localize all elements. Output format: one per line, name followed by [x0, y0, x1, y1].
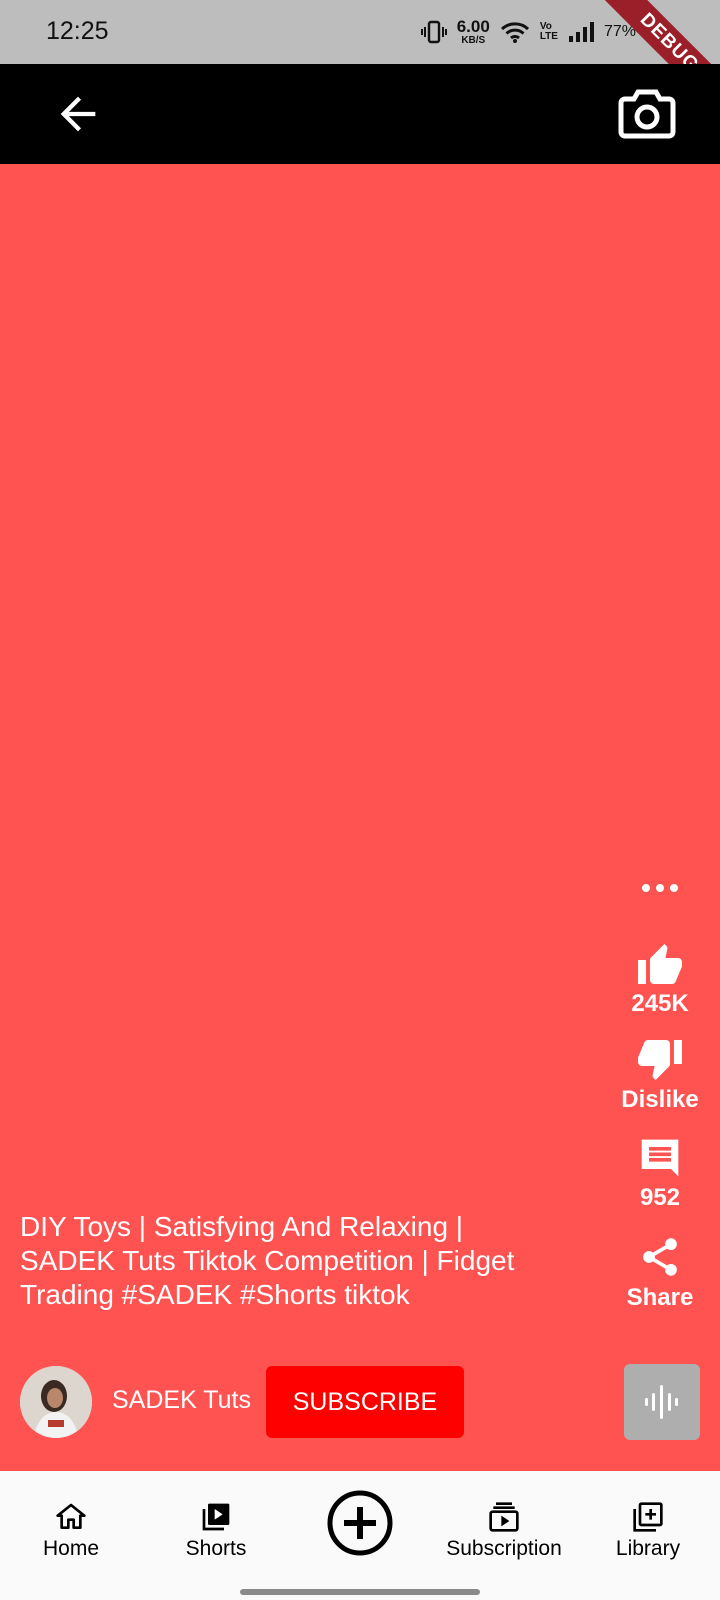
comment-count: 952	[639, 1184, 681, 1211]
dislike-label: Dislike	[621, 1086, 699, 1113]
nav-label-shorts: Shorts	[185, 1537, 247, 1560]
audio-button[interactable]	[624, 1364, 700, 1440]
nav-item-home[interactable]: Home	[30, 1501, 112, 1561]
subscribe-button[interactable]: SUBSCRIBE	[266, 1366, 464, 1438]
thumb-down-icon	[638, 1040, 682, 1080]
nav-item-library[interactable]: Library	[608, 1501, 688, 1561]
share-label: Share	[626, 1284, 694, 1311]
signal-icon	[568, 22, 594, 42]
more-button[interactable]	[600, 882, 720, 894]
more-horizontal-icon	[642, 884, 678, 892]
thumb-up-icon	[638, 944, 682, 984]
volte-indicator: Vo LTE	[540, 22, 558, 42]
camera-icon	[618, 89, 676, 139]
dislike-button[interactable]: Dislike	[600, 1038, 720, 1114]
avatar[interactable]	[20, 1366, 92, 1438]
share-icon	[643, 1238, 677, 1276]
nav-item-shorts[interactable]: Shorts	[175, 1501, 257, 1561]
network-speed-value: 6.00	[456, 17, 490, 36]
like-button[interactable]: 245K	[600, 942, 720, 1018]
video-caption: DIY Toys | Satisfying And Relaxing | SAD…	[20, 1211, 515, 1310]
back-button[interactable]	[52, 88, 104, 140]
add-circle-icon	[327, 1490, 393, 1556]
status-icons: 6.00 KB/S Vo LTE 77%	[420, 14, 658, 50]
nav-item-create[interactable]	[326, 1489, 394, 1557]
network-speed: 6.00 KB/S	[457, 18, 490, 46]
nav-item-subscription[interactable]: Subscription	[440, 1501, 568, 1561]
home-icon	[56, 1503, 86, 1529]
comment-icon	[641, 1139, 679, 1177]
camera-button[interactable]	[618, 86, 676, 142]
bottom-navigation: Home Shorts Subscription Library	[0, 1471, 720, 1600]
status-time: 12:25	[46, 17, 109, 45]
arrow-left-icon	[60, 96, 96, 132]
audio-waveform-icon	[645, 1385, 678, 1419]
library-icon	[633, 1502, 663, 1532]
network-speed-unit: KB/S	[461, 35, 486, 46]
shorts-icon	[202, 1503, 230, 1531]
nav-label-home: Home	[42, 1537, 100, 1560]
channel-name[interactable]: SADEK Tuts	[112, 1386, 251, 1415]
wifi-icon	[500, 22, 529, 43]
share-button[interactable]: Share	[600, 1234, 720, 1312]
nav-label-subscription: Subscription	[446, 1537, 562, 1560]
vibrate-icon	[420, 20, 447, 44]
nav-label-library: Library	[615, 1537, 681, 1560]
volte-bottom: LTE	[539, 31, 558, 42]
channel-row: SADEK Tuts SUBSCRIBE	[0, 1364, 720, 1440]
subscriptions-icon	[489, 1502, 519, 1532]
status-bar: 12:25 6.00 KB/S Vo LTE 77% DEBUG	[0, 0, 720, 121]
avatar-image	[20, 1366, 92, 1438]
like-count: 245K	[631, 990, 689, 1017]
home-indicator[interactable]	[240, 1589, 480, 1595]
comment-button[interactable]: 952	[600, 1136, 720, 1212]
video-player[interactable]: 245K Dislike 952 Share DIY Toys | Satisf…	[0, 164, 720, 1471]
app-bar	[0, 64, 720, 164]
